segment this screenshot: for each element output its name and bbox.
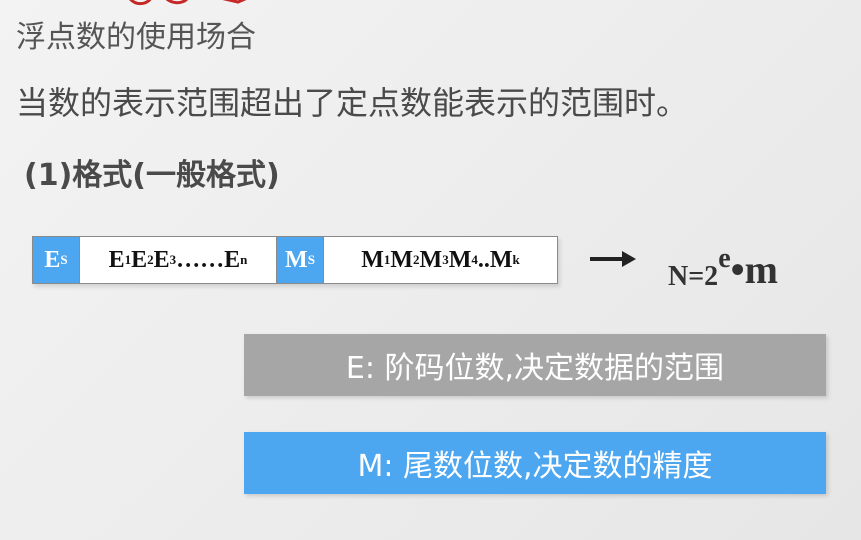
exp-en: ……E bbox=[176, 246, 241, 273]
formula-exponent: e bbox=[718, 243, 731, 274]
usage-condition-text: 当数的表示范围超出了定点数能表示的范围时。 bbox=[16, 84, 689, 122]
man-mk: ..M bbox=[477, 246, 513, 273]
es-subscript: S bbox=[60, 252, 68, 267]
man-m1: M bbox=[361, 246, 384, 273]
mantissa-bits-cell: M 1 M 2 M 3 M 4 ..M k bbox=[323, 237, 557, 283]
exponent-sign-cell: ES bbox=[33, 237, 79, 283]
formula-base: N=2 bbox=[668, 261, 719, 292]
exp-e3: E bbox=[153, 246, 170, 273]
arrow-right-icon bbox=[590, 251, 636, 267]
ms-label: M bbox=[285, 246, 308, 273]
man-mk-sub: k bbox=[512, 252, 520, 267]
es-label: E bbox=[44, 246, 61, 273]
value-formula: N=2e•m bbox=[668, 236, 778, 292]
mantissa-description-text: M: 尾数位数,决定数的精度 bbox=[357, 449, 713, 484]
man-m3: M bbox=[419, 246, 443, 273]
exp-e1: E bbox=[108, 246, 125, 273]
formula-mantissa: •m bbox=[730, 247, 778, 292]
mantissa-description-box: M: 尾数位数,决定数的精度 bbox=[244, 432, 826, 494]
exp-en-sub: n bbox=[240, 252, 248, 267]
man-m2: M bbox=[390, 246, 414, 273]
floating-point-format-diagram: ES E 1 E 2 E 3 ……E n MS M 1 M 2 M 3 M 4 ..M k bbox=[32, 236, 558, 284]
ms-subscript: S bbox=[307, 252, 315, 267]
red-annotation-scribble bbox=[129, 0, 247, 6]
exponent-bits-cell: E 1 E 2 E 3 ……E n bbox=[79, 237, 277, 283]
exponent-description-box: E: 阶码位数,决定数据的范围 bbox=[244, 334, 826, 396]
slide: 浮点数的使用场合 当数的表示范围超出了定点数能表示的范围时。 (1)格式(一般格… bbox=[0, 0, 861, 540]
exponent-description-text: E: 阶码位数,决定数据的范围 bbox=[345, 351, 725, 386]
exp-e2: E bbox=[131, 246, 148, 273]
man-m4: M bbox=[448, 246, 472, 273]
page-title: 浮点数的使用场合 bbox=[16, 20, 256, 55]
mantissa-sign-cell: MS bbox=[277, 237, 323, 283]
section-heading: (1)格式(一般格式) bbox=[24, 158, 280, 193]
